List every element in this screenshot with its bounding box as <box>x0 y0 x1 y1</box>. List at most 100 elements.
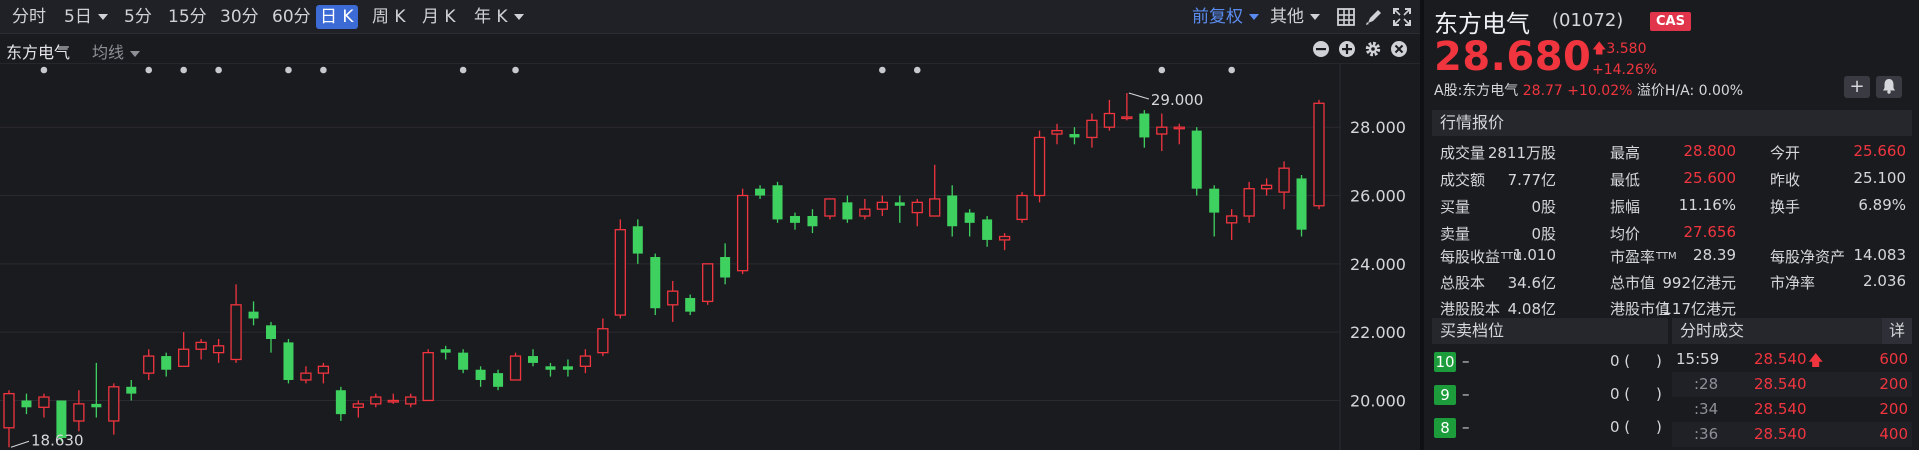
quotes-value-0-1: 28.800 <box>1683 142 1737 160</box>
candle-body-up <box>38 396 50 408</box>
price-change-value: 3.580 <box>1606 41 1647 57</box>
quotes-value-1-2: 25.100 <box>1853 169 1907 187</box>
chevron-down-icon <box>1310 14 1320 20</box>
fundamentals-value-0-2: 14.083 <box>1853 246 1907 264</box>
candle-body-up <box>667 290 679 306</box>
close-icon[interactable] <box>1390 40 1408 58</box>
trade-time: 15:59 <box>1676 350 1720 368</box>
other-menu[interactable]: 其他 <box>1266 5 1324 29</box>
quotes-value-3-0: 0股 <box>1531 225 1556 243</box>
orderbook-qty: 0 ( <box>1610 385 1631 403</box>
cas-badge: CAS <box>1650 12 1691 31</box>
event-marker[interactable] <box>913 66 921 74</box>
trade-price: 28.540 <box>1754 400 1807 418</box>
period-intraday[interactable]: 分时 <box>8 5 50 29</box>
event-marker[interactable] <box>40 66 48 74</box>
candle-body-down <box>283 342 294 380</box>
orderbook-qty-close: ) <box>1656 352 1662 370</box>
a-share-pct: +10.02% <box>1567 83 1633 99</box>
candle-body-up <box>859 208 871 217</box>
period-yearly-k[interactable]: 年 K <box>470 5 528 29</box>
trade-volume: 200 <box>1879 400 1908 418</box>
quotes-value-0-2: 25.660 <box>1853 142 1907 160</box>
trade-volume: 200 <box>1879 375 1908 393</box>
trades-detail-button[interactable]: 详 <box>1882 318 1912 344</box>
event-marker[interactable] <box>145 66 153 74</box>
candle-body-up <box>3 392 15 429</box>
candle-body-up <box>614 229 626 316</box>
zoom-out-icon[interactable] <box>1312 40 1330 58</box>
candle-body-down <box>458 352 469 370</box>
adjust-select[interactable]: 前复权 <box>1188 5 1263 29</box>
ma-select[interactable]: 均线 <box>92 39 141 63</box>
candle-body-down <box>1069 134 1080 138</box>
period-yearly-label: 年 K <box>474 7 508 27</box>
draw-pen-icon[interactable] <box>1364 7 1384 27</box>
candle-body-up <box>911 201 923 214</box>
chevron-down-icon <box>97 14 108 20</box>
event-marker[interactable] <box>512 66 519 74</box>
candle-body-up <box>143 355 155 374</box>
candle-body-up <box>1033 136 1046 197</box>
candle-body-up <box>1103 112 1116 128</box>
candle-body-down <box>161 356 172 370</box>
candle-body-up <box>509 355 522 381</box>
candle-body-down <box>790 216 800 223</box>
orderbook-level-10: 10 <box>1434 352 1456 372</box>
add-watchlist-button[interactable]: + <box>1844 76 1870 98</box>
period-5day[interactable]: 5日 <box>60 5 112 29</box>
candle-body-up <box>702 263 714 303</box>
settings-gear-icon[interactable] <box>1364 40 1382 58</box>
event-marker[interactable] <box>1228 66 1235 74</box>
candlestick-chart[interactable]: 28.000 26.000 24.000 22.000 20.000 29.000 18.6… <box>0 64 1420 450</box>
chevron-down-icon <box>1249 14 1259 20</box>
orderbook-header: 买卖档位 <box>1432 318 1668 344</box>
fundamentals-value-0-0: 1.010 <box>1513 246 1556 264</box>
chevron-down-icon <box>513 14 524 20</box>
candle-body-up <box>1173 126 1185 130</box>
fundamentals-value-0-1: 28.39 <box>1693 246 1736 264</box>
event-marker[interactable] <box>180 66 187 74</box>
chart-panel: 分时 5日 5分 15分 30分 60分 日 K 周 K 月 K 年 K 前复权… <box>0 0 1420 450</box>
candle-body-up <box>1121 116 1133 120</box>
y-tick-label: 20.000 <box>1350 391 1406 410</box>
candle-body-up <box>1051 129 1063 135</box>
event-marker[interactable] <box>1158 66 1166 74</box>
candle-body-up <box>422 351 434 402</box>
period-toolbar: 分时 5日 5分 15分 30分 60分 日 K 周 K 月 K 年 K 前复权… <box>0 0 1420 34</box>
chart-subbar: 东方电气 均线 <box>0 34 1420 64</box>
other-label: 其他 <box>1270 7 1304 27</box>
candle-body-down <box>842 202 853 220</box>
candle-body-up <box>1156 126 1168 135</box>
orderbook-qty-close: ) <box>1656 418 1662 436</box>
event-marker[interactable] <box>879 66 886 74</box>
trade-volume: 400 <box>1879 425 1908 443</box>
stock-code: (01072) <box>1552 10 1624 31</box>
period-60min[interactable]: 60分 <box>268 5 315 29</box>
period-daily-k[interactable]: 日 K <box>316 5 358 29</box>
period-monthly-k[interactable]: 月 K <box>418 5 460 29</box>
layout-grid-icon[interactable] <box>1336 7 1356 27</box>
period-30min[interactable]: 30分 <box>216 5 263 29</box>
fundamentals-value-1-2: 2.036 <box>1863 272 1906 290</box>
fullscreen-icon[interactable] <box>1392 7 1412 27</box>
candle-body-down <box>493 373 504 387</box>
candle-body-down <box>650 257 661 309</box>
event-marker[interactable] <box>285 66 292 74</box>
candle-body-down <box>91 403 102 408</box>
zoom-in-icon[interactable] <box>1338 40 1356 58</box>
candle-body-up <box>736 194 749 272</box>
fundamentals-value-1-1: 992亿港元 <box>1662 274 1736 292</box>
price-change: 🡅3.580 <box>1592 38 1647 62</box>
candle-body-up <box>579 355 592 367</box>
stock-app: 分时 5日 5分 15分 30分 60分 日 K 周 K 月 K 年 K 前复权… <box>0 0 1919 450</box>
orderbook-price: – <box>1462 352 1470 370</box>
alert-bell-button[interactable] <box>1876 76 1902 98</box>
period-5min[interactable]: 5分 <box>120 5 156 29</box>
period-weekly-k[interactable]: 周 K <box>368 5 410 29</box>
event-marker[interactable] <box>215 66 222 74</box>
event-marker[interactable] <box>459 66 467 74</box>
period-15min[interactable]: 15分 <box>164 5 211 29</box>
event-marker[interactable] <box>320 66 327 74</box>
candle-body-up <box>108 386 120 422</box>
